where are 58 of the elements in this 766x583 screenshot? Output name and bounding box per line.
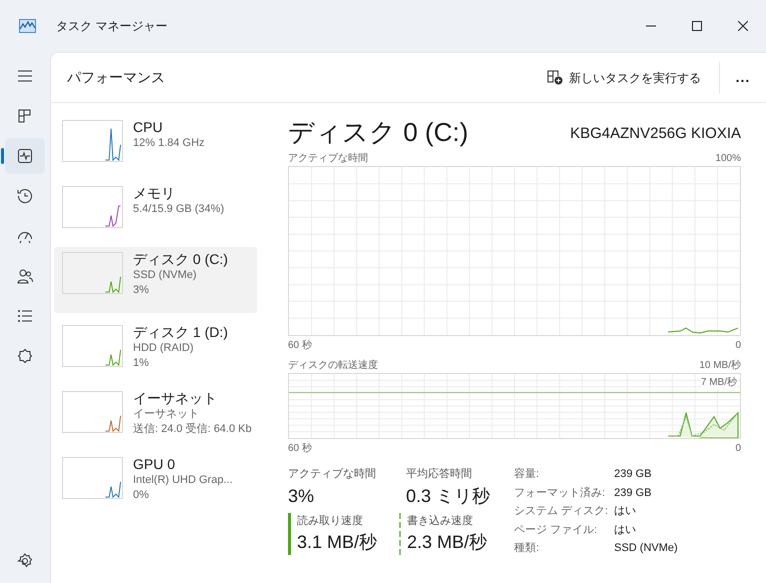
speed-value: 3.1 MB/秒	[297, 531, 378, 554]
pulse-chart-icon	[17, 148, 33, 164]
stat-label: アクティブな時間	[288, 466, 376, 482]
mini-usage-graph	[62, 391, 123, 433]
mini-usage-graph	[62, 120, 123, 162]
disk-title: ディスク 0 (C:)	[288, 116, 468, 149]
property-label: 容量:	[514, 466, 540, 482]
window-title: タスク マネージャー	[56, 18, 168, 35]
device-item[interactable]: ディスク 1 (D:) HDD (RAID) 1%	[54, 320, 257, 379]
device-item[interactable]: GPU 0 Intel(R) UHD Grap... 0%	[54, 452, 257, 511]
puzzle-gear-icon	[17, 348, 33, 364]
mini-usage-graph	[62, 252, 123, 294]
disk-model: KBG4AZNV256G KIOXIA	[570, 124, 741, 144]
new-task-icon	[547, 70, 563, 85]
more-button[interactable]: ...	[728, 62, 758, 92]
app-icon	[19, 19, 36, 33]
page-title: パフォーマンス	[67, 68, 165, 87]
mini-usage-graph	[62, 457, 123, 499]
close-icon	[738, 21, 748, 31]
speed-label: 書き込み速度	[407, 514, 474, 528]
stat-value: 3%	[288, 484, 316, 508]
run-new-task-button[interactable]: 新しいタスクを実行する	[537, 60, 711, 94]
mini-usage-graph	[62, 186, 123, 228]
mini-usage-graph	[62, 325, 123, 367]
property-label: 種類:	[514, 541, 540, 556]
settings-icon	[17, 553, 33, 569]
users-icon	[17, 268, 33, 284]
property-value: SSD (NVMe)	[614, 541, 678, 556]
property-label: フォーマット済み:	[514, 486, 606, 500]
grid-icon	[17, 108, 33, 124]
chart-label: アクティブな時間	[288, 152, 368, 166]
property-label: システム ディスク:	[514, 504, 608, 519]
property-value: 239 GB	[614, 486, 652, 500]
selection-indicator	[1, 148, 4, 164]
property-value: 239 GB	[614, 467, 652, 482]
time-axis-label: 0	[735, 339, 741, 353]
property-value: はい	[614, 522, 638, 538]
device-item[interactable]: ディスク 0 (C:) SSD (NVMe) 3%	[54, 247, 257, 313]
stat-label: 平均応答時間	[406, 466, 473, 482]
speed-value: 2.3 MB/秒	[407, 531, 488, 554]
chart-max-label: 100%	[715, 152, 741, 166]
time-axis-label: 60 秒	[288, 338, 312, 353]
maximize-icon	[692, 21, 702, 31]
time-axis-label: 0	[735, 442, 741, 456]
property-label: ページ ファイル:	[514, 522, 598, 538]
chart-max-label: 10 MB/秒	[699, 358, 741, 373]
hamburger-menu-icon	[17, 68, 33, 84]
device-item[interactable]: CPU 12% 1.84 GHz	[54, 115, 257, 174]
chart-label: ディスクの転送速度	[288, 358, 378, 373]
device-item[interactable]: メモリ 5.4/15.9 GB (34%)	[54, 181, 257, 240]
property-value: はい	[614, 504, 638, 519]
line-value-label: 7 MB/秒	[700, 375, 737, 390]
speed-label: 読み取り速度	[297, 514, 364, 528]
time-axis-label: 60 秒	[288, 442, 312, 456]
history-clock-icon	[17, 188, 33, 204]
list-icon	[17, 308, 33, 324]
stat-value: 0.3 ミリ秒	[406, 484, 490, 508]
device-item[interactable]: イーサネット イーサネット 送信: 24.0 受信: 64.0 Kb	[54, 386, 257, 445]
